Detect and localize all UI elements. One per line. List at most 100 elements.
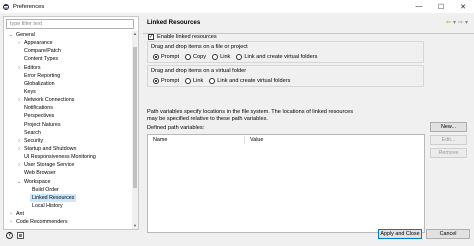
tree-item-label: Network Connections [24,97,75,104]
tree-item[interactable]: Error Reporting [4,72,132,80]
tree-item[interactable]: Linked Resources [4,193,132,202]
tree-item[interactable]: Compare/Patch [4,47,132,55]
radio-button[interactable] [236,54,243,60]
enable-linked-resources-label: Enable linked resources [157,34,217,40]
tree-item[interactable]: UI Responsiveness Monitoring [4,153,132,161]
edit-button[interactable]: Edit... [430,135,467,145]
collapsed-chevron-icon[interactable]: › [16,96,22,104]
tree-item-label: Project Natures [24,121,61,128]
tree-item-label: Startup and Shutdown [24,145,77,152]
tree-item[interactable]: Keys [4,88,132,96]
filter-input[interactable]: type filter text [6,19,134,29]
scroll-thumb[interactable] [133,47,137,188]
forward-arrow-icon[interactable]: ⇨ [458,19,463,26]
tree-item-label: UI Responsiveness Monitoring [24,154,96,161]
remove-button[interactable]: Remove [430,148,467,158]
radio-label: Prompt [161,78,180,84]
virtual-folder-options: Prompt Link Link and create virtual folder… [153,78,296,84]
defined-path-variables-label: Defined path variables: [147,125,205,131]
collapsed-chevron-icon[interactable]: › [16,137,22,145]
tree-item[interactable]: › Appearance [4,39,132,47]
preference-tree: ⌄ General › Appearance Compare/Patch Content … [4,31,132,226]
tree-item-label: Compare/Patch [24,48,61,55]
tree-item-label: Local History [32,202,63,209]
radio-button[interactable] [153,54,159,60]
new-button[interactable]: New... [430,122,467,132]
collapsed-chevron-icon[interactable]: › [16,64,22,72]
tree-item[interactable]: Content Types [4,55,132,63]
radio-option[interactable]: Copy [185,54,206,60]
path-variables-table[interactable]: Name Value [147,134,425,233]
tree-item[interactable]: › Editors [4,64,132,72]
tree-item[interactable]: › Security [4,137,132,145]
radio-label: Link [220,54,231,60]
column-header-name[interactable]: Name [153,136,167,144]
tree-item-label: Ant [16,211,24,218]
tree-item-label: Editors [24,64,41,71]
collapsed-chevron-icon[interactable]: › [16,145,22,153]
apply-and-close-button[interactable]: Apply and Close [378,229,422,239]
file-drop-options: Prompt Copy Link Link and create virtual fo… [153,54,323,60]
tree-scrollbar[interactable]: ▲ ▼ [132,31,138,229]
tree-item-label: Globalization [24,80,55,87]
radio-option[interactable]: Link [212,54,230,60]
tree-item[interactable]: Build Order [4,186,132,194]
tree-item[interactable]: Local History [4,202,132,210]
back-menu-icon[interactable]: ▾ [453,19,456,26]
tree-item[interactable]: Notifications [4,104,132,112]
minimize-button[interactable]: — [408,0,430,13]
virtual-folder-drop-group: Drag and drop items on a virtual folder … [147,65,424,87]
tree-item-label: Perspectives [24,113,55,120]
cancel-button[interactable]: Cancel [426,229,470,239]
expanded-chevron-icon[interactable]: ⌄ [8,31,14,39]
enable-linked-resources-checkbox[interactable]: ✓ Enable linked resources [148,34,217,40]
tree-item-label: Appearance [24,40,53,47]
collapsed-chevron-icon[interactable]: › [8,218,14,226]
tree-item-label: Search [24,129,41,136]
radio-button[interactable] [153,78,159,84]
radio-option[interactable]: Prompt [153,54,179,60]
radio-option[interactable]: Link and create virtual folders [236,54,317,60]
help-icon[interactable]: ? [6,232,13,239]
radio-button[interactable] [209,78,216,84]
tree-item[interactable]: › User Storage Service [4,161,132,169]
tree-item[interactable]: ⌄ General [4,31,132,39]
back-arrow-icon[interactable]: ⇦ [446,19,451,26]
import-export-icon[interactable] [17,232,24,239]
file-drop-group: Drag and drop items on a file or project… [147,41,424,63]
tree-item[interactable]: › Network Connections [4,96,132,104]
tree-item-label: Error Reporting [24,72,61,79]
tree-item-label: Notifications [24,105,53,112]
forward-menu-icon[interactable]: ▾ [465,19,468,26]
maximize-button[interactable]: ☐ [430,0,452,13]
tree-item[interactable]: Globalization [4,80,132,88]
close-button[interactable]: ✕ [452,0,474,13]
tree-item[interactable]: ⌄ Workspace [4,178,132,186]
radio-button[interactable] [212,54,219,60]
radio-button[interactable] [185,54,192,60]
tree-item[interactable]: › Code Recommenders [4,218,132,226]
tree-item[interactable]: Web Browser [4,169,132,177]
checkbox-box[interactable]: ✓ [148,34,154,40]
radio-option[interactable]: Link [185,78,203,84]
tree-item[interactable]: › Startup and Shutdown [4,145,132,153]
tree-item[interactable]: Perspectives [4,112,132,120]
tree-item[interactable]: › Ant [4,210,132,218]
title-bar: Preferences — ☐ ✕ [0,0,474,13]
scroll-down-icon[interactable]: ▼ [132,223,138,229]
description-line: Path variables specify locations in the … [147,109,354,115]
radio-option[interactable]: Link and create virtual folders [209,78,290,84]
collapsed-chevron-icon[interactable]: › [8,210,14,218]
tree-item-label: General [16,32,35,38]
radio-option[interactable]: Prompt [153,78,179,84]
radio-button[interactable] [185,78,192,84]
collapsed-chevron-icon[interactable]: › [16,161,22,169]
tree-item[interactable]: Project Natures [4,121,132,129]
scroll-up-icon[interactable]: ▲ [132,31,138,37]
expanded-chevron-icon[interactable]: ⌄ [16,178,22,186]
window-controls: — ☐ ✕ [408,0,474,13]
collapsed-chevron-icon[interactable]: › [16,39,22,47]
preference-page: Linked Resources ⇦ ▾ ⇨ ▾ ✓ Enable linked… [143,13,474,233]
tree-item[interactable]: Search [4,129,132,137]
column-header-value[interactable]: Value [250,136,263,144]
